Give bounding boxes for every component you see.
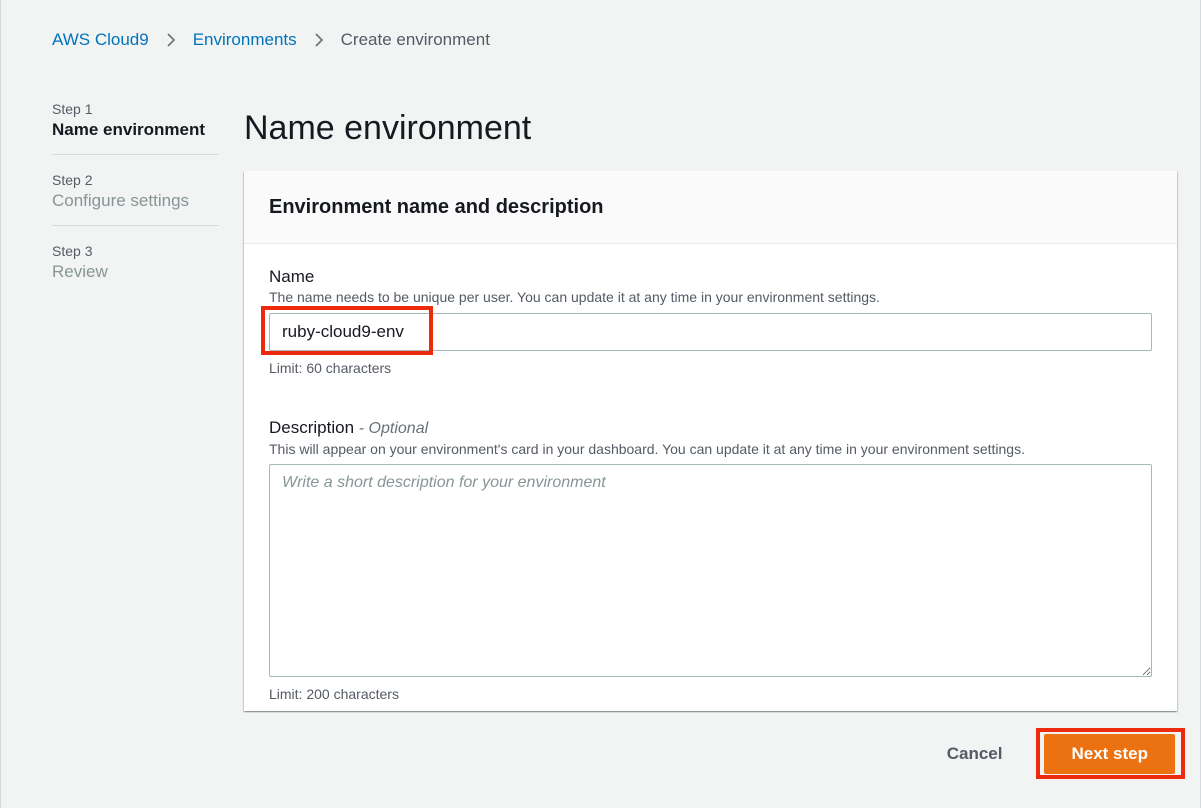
name-limit: Limit: 60 characters [269, 360, 392, 376]
cancel-button[interactable]: Cancel [925, 734, 1025, 774]
step-title: Configure settings [52, 191, 190, 210]
name-input[interactable] [269, 313, 1152, 351]
description-label: Description - Optional [269, 417, 1152, 440]
optional-tag: - Optional [358, 420, 429, 437]
description-textarea[interactable] [269, 464, 1152, 677]
page-title: Name environment [244, 109, 532, 147]
name-field-group: Name The name needs to be unique per use… [269, 266, 1152, 377]
breadcrumb-environments[interactable]: Environments [193, 30, 297, 50]
wizard-actions: Cancel Next step [925, 734, 1175, 774]
name-description: The name needs to be unique per user. Yo… [269, 289, 880, 305]
step-number: Step 1 [52, 101, 93, 117]
step-number: Step 2 [52, 172, 93, 188]
breadcrumb-current: Create environment [340, 30, 490, 49]
description-field-group: Description - Optional This will appear … [269, 417, 1152, 703]
step-2: Step 2 Configure settings [52, 155, 219, 226]
environment-details-panel: Environment name and description Name Th… [244, 171, 1177, 711]
step-title: Name environment [52, 120, 206, 139]
next-step-button[interactable]: Next step [1044, 734, 1175, 774]
chevron-right-icon [297, 32, 341, 48]
chevron-right-icon [149, 32, 193, 48]
description-label-text: Description [269, 418, 355, 437]
description-limit: Limit: 200 characters [269, 686, 399, 702]
breadcrumb: AWS Cloud9 Environments Create environme… [52, 28, 490, 52]
panel-body: Name The name needs to be unique per use… [244, 244, 1177, 703]
wizard-steps: Step 1 Name environment Step 2 Configure… [52, 98, 219, 296]
step-number: Step 3 [52, 243, 93, 259]
step-3: Step 3 Review [52, 226, 219, 296]
breadcrumb-aws-cloud9[interactable]: AWS Cloud9 [52, 30, 149, 50]
panel-header: Environment name and description [244, 171, 1177, 244]
step-title: Review [52, 262, 108, 281]
panel-title: Environment name and description [269, 195, 604, 218]
step-1[interactable]: Step 1 Name environment [52, 98, 219, 155]
name-label: Name [269, 267, 315, 286]
description-help: This will appear on your environment's c… [269, 441, 1025, 457]
